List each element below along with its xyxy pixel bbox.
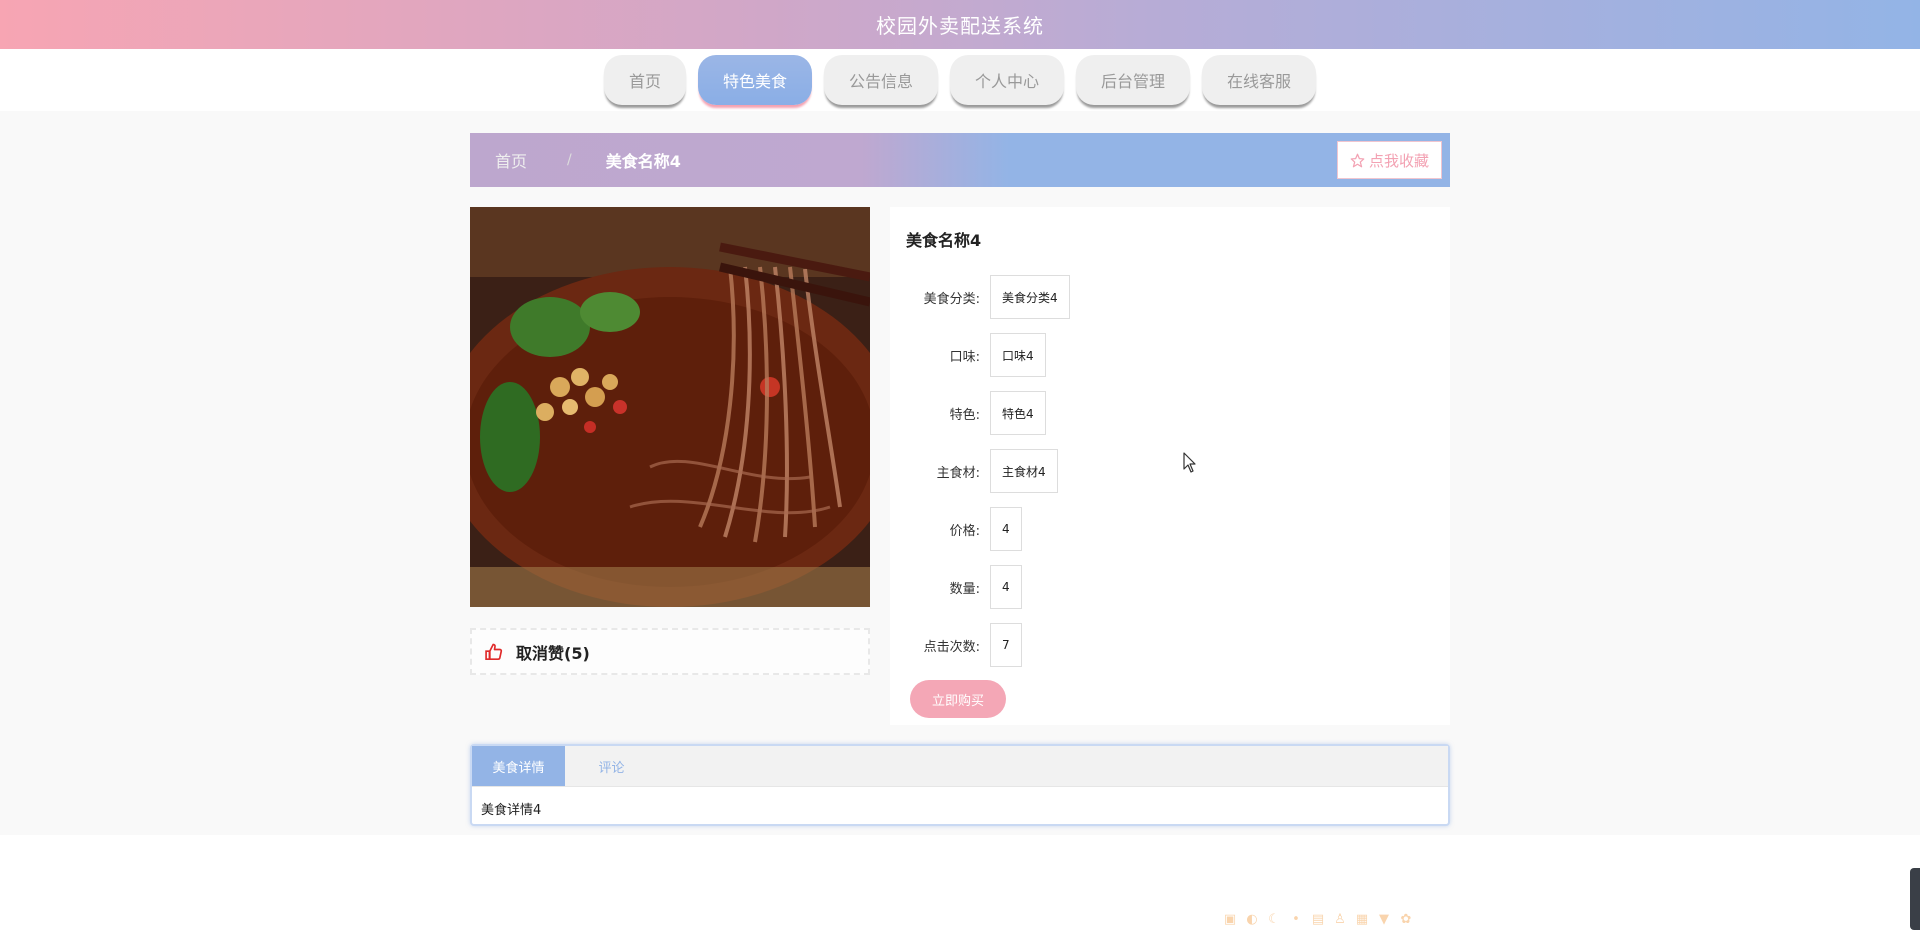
top-header: 校园外卖配送系统 — [0, 0, 1920, 49]
like-button[interactable]: 取消赞(5) — [470, 628, 870, 675]
main-nav: 首页 特色美食 公告信息 个人中心 后台管理 在线客服 — [0, 49, 1920, 111]
field-label: 特色: — [949, 407, 980, 423]
field-row-main-ingredient: 主食材: 主食材4 — [890, 448, 1058, 494]
moon-icon[interactable]: ☾ — [1266, 911, 1282, 927]
grid-icon[interactable]: ▦ — [1354, 911, 1370, 927]
star-outline-icon — [1350, 153, 1365, 167]
tabs-header: 美食详情 评论 — [472, 746, 1448, 787]
field-value: 4 — [990, 565, 1022, 609]
site-title: 校园外卖配送系统 — [876, 14, 1044, 38]
field-row-flavor: 口味: 口味4 — [890, 332, 1046, 378]
nav-item-personal-center[interactable]: 个人中心 — [950, 55, 1065, 105]
field-row-price: 价格: 4 — [890, 506, 1022, 552]
shirt-icon[interactable]: ▼ — [1376, 911, 1392, 927]
side-drawer-handle[interactable] — [1910, 868, 1920, 930]
field-value: 主食材4 — [990, 449, 1058, 493]
field-row-click-count: 点击次数: 7 — [890, 622, 1022, 668]
tab-food-details[interactable]: 美食详情 — [472, 746, 565, 786]
mouse-cursor-icon — [1183, 452, 1196, 473]
nav-item-featured-food[interactable]: 特色美食 — [697, 55, 812, 105]
ime-toolbar: ▣ ◐ ☾ • ▤ ♙ ▦ ▼ ✿ — [1222, 911, 1414, 927]
food-image — [470, 207, 870, 607]
favorite-button[interactable]: 点我收藏 — [1336, 141, 1442, 179]
like-label: 取消赞(5) — [516, 643, 590, 663]
field-label: 价格: — [949, 523, 980, 539]
field-label: 口味: — [949, 349, 980, 365]
field-label: 主食材: — [936, 465, 980, 481]
food-info-panel: 美食名称4 美食分类: 美食分类4 口味: 口味4 特色: 特色4 主食材: 主… — [890, 207, 1450, 725]
nav-item-announcements[interactable]: 公告信息 — [823, 55, 938, 105]
field-value: 7 — [990, 623, 1022, 667]
food-photo-illustration — [470, 207, 870, 607]
nav-item-home[interactable]: 首页 — [603, 55, 686, 105]
tab-content: 美食详情4 — [481, 803, 542, 818]
punctuation-icon[interactable]: • — [1288, 911, 1304, 927]
field-row-quantity: 数量: 4 — [890, 564, 1022, 610]
breadcrumb-current: 美食名称4 — [605, 152, 681, 171]
field-label: 数量: — [949, 581, 980, 597]
favorite-label: 点我收藏 — [1368, 151, 1429, 170]
keyboard-icon[interactable]: ▤ — [1310, 911, 1326, 927]
detail-tabs: 美食详情 评论 美食详情4 — [470, 744, 1450, 826]
tab-comments[interactable]: 评论 — [565, 746, 658, 786]
breadcrumb: 首页 / 美食名称4 点我收藏 — [470, 133, 1450, 187]
gear-icon[interactable]: ✿ — [1398, 911, 1414, 927]
field-label: 美食分类: — [923, 291, 980, 307]
thumbs-up-icon — [485, 643, 503, 660]
field-row-category: 美食分类: 美食分类4 — [890, 274, 1070, 320]
breadcrumb-separator: / — [567, 152, 572, 168]
field-label: 点击次数: — [923, 639, 980, 655]
nav-item-online-service[interactable]: 在线客服 — [1202, 55, 1317, 105]
buy-now-button[interactable]: 立即购买 — [910, 680, 1006, 718]
ime-logo-icon[interactable]: ▣ — [1222, 911, 1238, 927]
nav-item-admin[interactable]: 后台管理 — [1076, 55, 1191, 105]
food-title: 美食名称4 — [906, 231, 982, 250]
field-value: 特色4 — [990, 391, 1046, 435]
field-value: 口味4 — [990, 333, 1046, 377]
ime-language-icon[interactable]: ◐ — [1244, 911, 1260, 927]
user-icon[interactable]: ♙ — [1332, 911, 1348, 927]
field-value: 4 — [990, 507, 1022, 551]
field-row-feature: 特色: 特色4 — [890, 390, 1046, 436]
field-value: 美食分类4 — [990, 275, 1070, 319]
breadcrumb-home[interactable]: 首页 — [495, 148, 527, 172]
